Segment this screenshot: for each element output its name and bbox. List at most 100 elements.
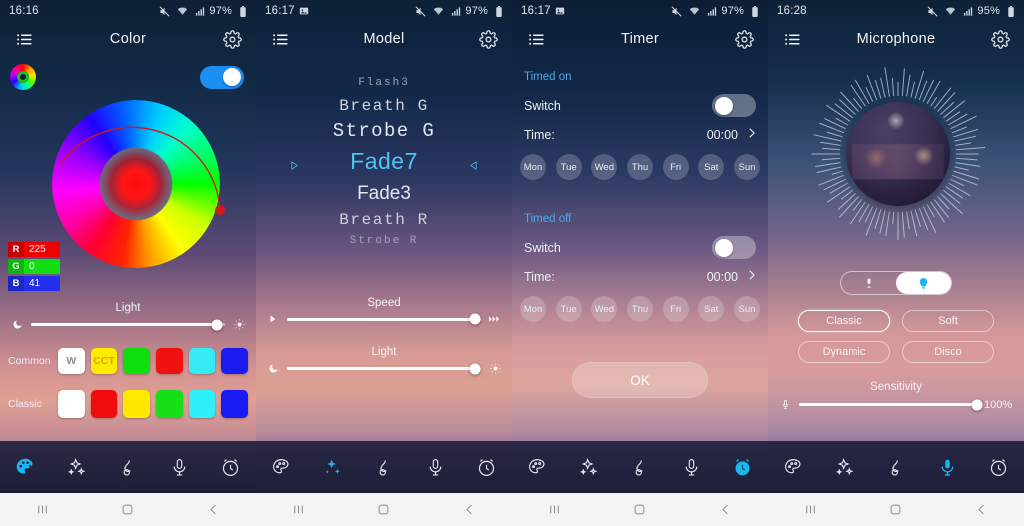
recents-icon[interactable]: [21, 493, 65, 526]
tab-color[interactable]: [512, 457, 563, 478]
tab-microphone[interactable]: [154, 457, 205, 478]
tab-music[interactable]: [614, 457, 665, 478]
mode-dynamic-button[interactable]: Dynamic: [798, 341, 890, 363]
rgb-red-value: 225: [24, 242, 60, 257]
list-menu-icon[interactable]: [268, 27, 292, 51]
timed-off-time-row[interactable]: Time: 00:00: [512, 269, 768, 284]
swatch-classic-yellow[interactable]: [123, 390, 151, 418]
swatch-common-blue[interactable]: [221, 348, 249, 374]
tab-music[interactable]: [358, 457, 409, 478]
tab-timer[interactable]: [717, 457, 768, 478]
day-thu[interactable]: Thu: [626, 154, 653, 180]
back-icon[interactable]: [191, 493, 235, 526]
mode-classic-button[interactable]: Classic: [798, 310, 890, 332]
model-content: Flash3 Breath G Strobe G Fade7 Fade3 Bre…: [256, 56, 512, 441]
day-fri[interactable]: Fri: [662, 154, 689, 180]
mode-disco-button[interactable]: Disco: [902, 341, 994, 363]
timed-off-switch[interactable]: [712, 236, 756, 259]
color-wheel-area[interactable]: R 225 G 0 B 41: [0, 90, 256, 291]
tab-mode[interactable]: [563, 457, 614, 478]
triangle-left-icon[interactable]: [468, 159, 479, 174]
chevron-right-icon[interactable]: [747, 127, 756, 142]
light-slider[interactable]: [287, 363, 481, 374]
mode-soft-button[interactable]: Soft: [902, 310, 994, 332]
swatch-classic-cyan[interactable]: [188, 390, 216, 418]
swatch-common-green[interactable]: [123, 348, 151, 374]
sensitivity-slider[interactable]: [799, 399, 983, 410]
tab-music[interactable]: [102, 457, 153, 478]
speed-slider[interactable]: [287, 313, 481, 325]
back-icon[interactable]: [703, 493, 747, 526]
model-item[interactable]: Strobe R: [350, 236, 419, 247]
day-wed[interactable]: Wed: [591, 296, 618, 322]
list-menu-icon[interactable]: [780, 27, 804, 51]
model-item[interactable]: Fade3: [357, 184, 411, 203]
day-sun[interactable]: Sun: [733, 154, 760, 180]
tab-timer[interactable]: [461, 457, 512, 478]
chevron-right-icon[interactable]: [747, 269, 756, 284]
tab-mode[interactable]: [819, 457, 870, 478]
day-sun[interactable]: Sun: [733, 296, 760, 322]
day-wed[interactable]: Wed: [591, 154, 618, 180]
recents-icon[interactable]: [277, 493, 321, 526]
gear-icon[interactable]: [732, 27, 756, 51]
timed-on-switch[interactable]: [712, 94, 756, 117]
tab-timer[interactable]: [205, 457, 256, 478]
timed-on-switch-row: Switch: [512, 94, 768, 117]
power-toggle[interactable]: [200, 65, 244, 89]
tab-color[interactable]: [256, 457, 307, 478]
back-icon[interactable]: [447, 493, 491, 526]
day-sat[interactable]: Sat: [698, 296, 725, 322]
model-item-selected[interactable]: Fade7: [350, 150, 418, 173]
home-icon[interactable]: [874, 493, 918, 526]
list-menu-icon[interactable]: [524, 27, 548, 51]
day-tue[interactable]: Tue: [555, 296, 582, 322]
recents-icon[interactable]: [533, 493, 577, 526]
gear-icon[interactable]: [476, 27, 500, 51]
swatch-common-cyan[interactable]: [188, 348, 216, 374]
day-mon[interactable]: Mon: [520, 296, 546, 322]
day-fri[interactable]: Fri: [662, 296, 689, 322]
swatch-classic-blue[interactable]: [221, 390, 249, 418]
tab-timer[interactable]: [973, 457, 1024, 478]
mute-icon: [159, 6, 170, 17]
ok-button[interactable]: OK: [572, 362, 708, 398]
recents-icon[interactable]: [789, 493, 833, 526]
light-slider[interactable]: [31, 319, 225, 330]
gear-icon[interactable]: [988, 27, 1012, 51]
timed-on-time-row[interactable]: Time: 00:00: [512, 127, 768, 142]
tab-color[interactable]: [0, 457, 51, 478]
swatch-common-red[interactable]: [156, 348, 183, 374]
home-icon[interactable]: [618, 493, 662, 526]
model-item[interactable]: Strobe G: [333, 122, 435, 141]
tab-microphone[interactable]: [666, 457, 717, 478]
tab-music[interactable]: [870, 457, 921, 478]
day-tue[interactable]: Tue: [555, 154, 582, 180]
day-sat[interactable]: Sat: [698, 154, 725, 180]
tab-microphone[interactable]: [922, 457, 973, 478]
list-menu-icon[interactable]: [12, 27, 36, 51]
model-picker[interactable]: Flash3 Breath G Strobe G Fade7 Fade3 Bre…: [256, 56, 512, 247]
swatch-classic-green[interactable]: [156, 390, 183, 418]
back-icon[interactable]: [959, 493, 1003, 526]
swatch-common-cct[interactable]: CCT: [90, 348, 118, 374]
day-mon[interactable]: Mon: [520, 154, 546, 180]
tab-mode[interactable]: [307, 457, 358, 478]
home-icon[interactable]: [106, 493, 150, 526]
tab-mode[interactable]: [51, 457, 102, 478]
model-item[interactable]: Breath R: [339, 212, 429, 228]
source-toggle[interactable]: [840, 271, 952, 295]
model-item[interactable]: Flash3: [358, 78, 410, 89]
swatch-classic-red[interactable]: [90, 390, 118, 418]
tab-color[interactable]: [768, 457, 819, 478]
source-toggle-light[interactable]: [896, 272, 951, 294]
model-item[interactable]: Breath G: [339, 98, 429, 114]
gear-icon[interactable]: [220, 27, 244, 51]
home-icon[interactable]: [362, 493, 406, 526]
swatch-classic-white[interactable]: [58, 390, 85, 418]
triangle-right-icon[interactable]: [289, 159, 300, 174]
source-toggle-mic[interactable]: [841, 272, 896, 294]
tab-microphone[interactable]: [410, 457, 461, 478]
day-thu[interactable]: Thu: [626, 296, 653, 322]
swatch-common-white[interactable]: W: [58, 348, 85, 374]
